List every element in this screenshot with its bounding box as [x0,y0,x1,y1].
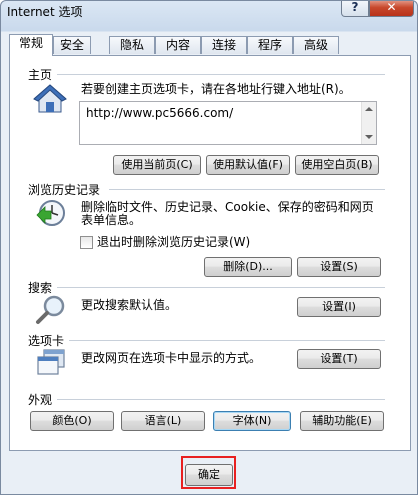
tab-connections[interactable]: 连接 [201,36,247,54]
use-current-page-button[interactable]: 使用当前页(C) [113,155,201,175]
close-button[interactable]: ✕ [369,1,414,17]
search-magnifier-icon [36,295,65,324]
homepage-section-title: 主页 [28,68,53,82]
use-default-button[interactable]: 使用默认值(F) [206,155,290,175]
languages-button[interactable]: 语言(L) [121,411,205,431]
search-divider [57,287,385,288]
home-icon [33,84,67,113]
fonts-button[interactable]: 字体(N) [213,411,291,431]
accessibility-button[interactable]: 辅助功能(E) [300,411,384,431]
history-clock-icon [36,200,65,226]
title-bar: Internet 选项 ? ✕ [1,1,417,23]
delete-on-exit-checkbox[interactable] [80,236,93,249]
tab-programs[interactable]: 程序 [247,36,293,54]
history-divider [109,189,385,190]
tabs-description: 更改网页在选项卡中显示的方式。 [81,351,262,365]
tab-security[interactable]: 安全 [53,36,91,54]
tab-content[interactable]: 内容 [155,36,201,54]
tabs-settings-button[interactable]: 设置(T) [297,349,381,369]
search-description: 更改搜索默认值。 [81,298,178,312]
homepage-divider [57,74,385,75]
appearance-section-title: 外观 [28,393,53,407]
homepage-url-text: http://www.pc5666.com/ [86,106,234,120]
tabs-divider [69,340,385,341]
tab-advanced[interactable]: 高级 [293,36,339,54]
history-settings-button[interactable]: 设置(S) [297,257,381,277]
window-title: Internet 选项 [7,5,83,19]
scroll-up-icon[interactable] [365,107,373,111]
history-section-title: 浏览历史记录 [28,183,101,197]
scroll-down-icon[interactable] [365,135,373,139]
url-scrollbar[interactable] [361,102,376,144]
ok-button-highlight [181,456,236,489]
history-description-line2: 表单信息。 [81,213,142,227]
delete-history-button[interactable]: 删除(D)... [204,257,292,277]
internet-options-window: Internet 选项 ? ✕ 常规 安全 隐私 内容 连接 程序 高级 主页 … [0,0,418,495]
tab-general[interactable]: 常规 [9,34,53,56]
tabbed-windows-icon [37,349,65,375]
use-blank-page-button[interactable]: 使用空白页(B) [295,155,379,175]
search-settings-button[interactable]: 设置(I) [297,297,381,317]
help-button[interactable]: ? [341,1,369,17]
tab-privacy[interactable]: 隐私 [109,36,155,54]
appearance-divider [57,399,385,400]
homepage-url-textarea[interactable]: http://www.pc5666.com/ [79,101,377,145]
delete-on-exit-label[interactable]: 退出时删除浏览历史记录(W) [97,236,250,249]
colors-button[interactable]: 颜色(O) [30,411,114,431]
homepage-description: 若要创建主页选项卡，请在各地址行键入地址(R)。 [81,82,351,96]
